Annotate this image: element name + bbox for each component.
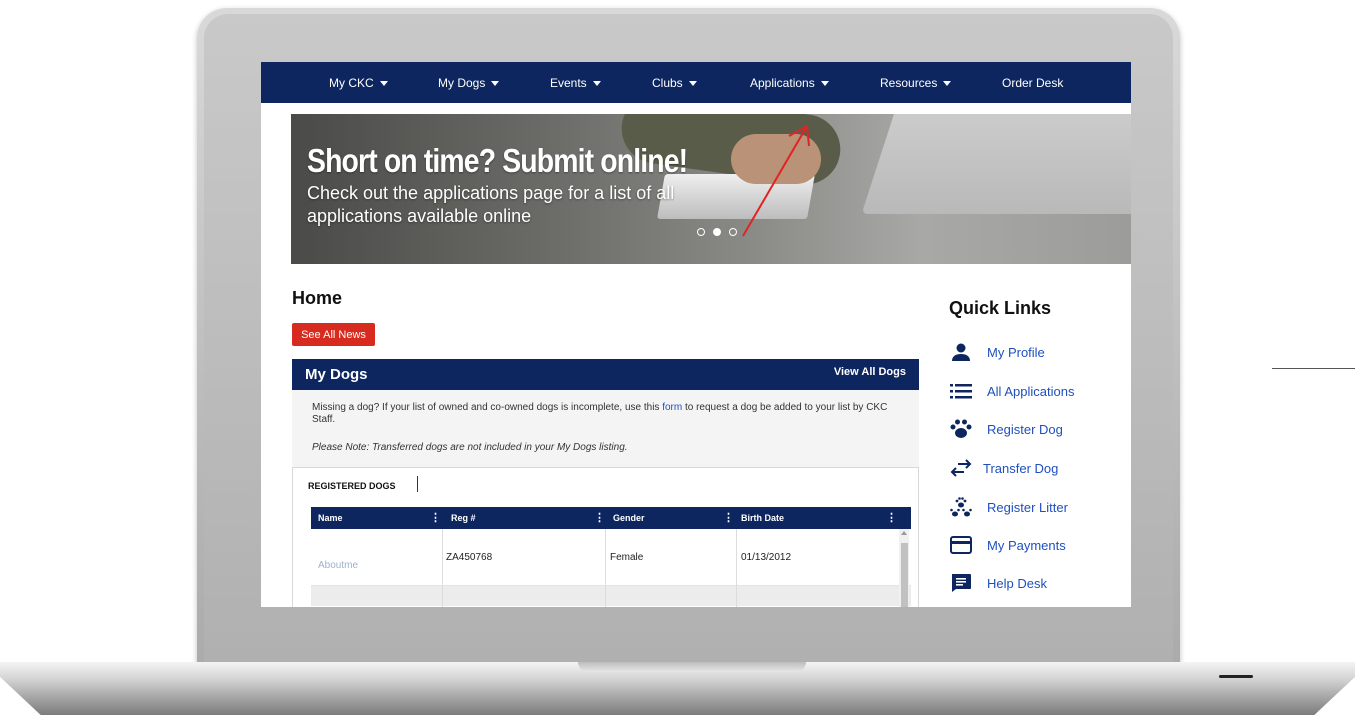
request-form-link[interactable]: form bbox=[662, 402, 682, 413]
caret-down-icon bbox=[820, 80, 829, 86]
nav-resources[interactable]: Resources bbox=[880, 76, 952, 90]
column-divider bbox=[442, 529, 443, 607]
nav-events[interactable]: Events bbox=[550, 76, 601, 90]
caret-down-icon bbox=[688, 80, 697, 86]
chat-bubble-icon bbox=[949, 573, 973, 593]
column-menu-icon[interactable]: ⋮ bbox=[723, 511, 734, 524]
nav-clubs[interactable]: Clubs bbox=[652, 76, 697, 90]
litter-paws-icon bbox=[949, 497, 973, 517]
column-menu-icon[interactable]: ⋮ bbox=[886, 511, 897, 524]
nav-applications[interactable]: Applications bbox=[750, 76, 829, 90]
column-divider bbox=[736, 529, 737, 607]
quick-link-all-applications[interactable]: All Applications bbox=[949, 381, 1074, 401]
quick-link-my-payments[interactable]: My Payments bbox=[949, 535, 1066, 555]
transfer-arrows-icon bbox=[949, 458, 973, 478]
scroll-thumb[interactable] bbox=[901, 543, 908, 607]
table-row[interactable]: Aboutme ZA450768 Female 01/13/2012 bbox=[311, 529, 911, 586]
quick-links-title: Quick Links bbox=[949, 298, 1052, 318]
view-all-dogs-link[interactable]: View All Dogs bbox=[834, 366, 906, 378]
grid-header: Name ⋮ Reg # ⋮ Gender ⋮ Birth Date ⋮ bbox=[311, 507, 911, 529]
quick-link-register-litter[interactable]: Register Litter bbox=[949, 497, 1068, 517]
quick-link-register-dog[interactable]: Register Dog bbox=[949, 419, 1063, 439]
quick-link-my-profile[interactable]: My Profile bbox=[949, 342, 1045, 362]
nav-order-desk[interactable]: Order Desk bbox=[1002, 76, 1063, 90]
tab-divider bbox=[417, 476, 418, 492]
my-dogs-header: My Dogs View All Dogs bbox=[292, 359, 919, 390]
transfer-note: Please Note: Transferred dogs are not in… bbox=[312, 442, 628, 453]
quick-link-help-desk[interactable]: Help Desk bbox=[949, 573, 1047, 593]
caret-down-icon bbox=[491, 80, 500, 86]
column-divider bbox=[605, 529, 606, 607]
top-navigation: My CKC My Dogs Events Clubs Applications… bbox=[261, 62, 1131, 103]
dogs-grid: Name ⋮ Reg # ⋮ Gender ⋮ Birth Date ⋮ Abo… bbox=[311, 507, 911, 607]
tab-registered-dogs[interactable]: REGISTERED DOGS bbox=[308, 481, 396, 491]
cell-birth-date: 01/13/2012 bbox=[741, 552, 792, 563]
cell-reg: ZA450768 bbox=[446, 552, 493, 563]
column-header-name[interactable]: Name bbox=[318, 513, 343, 523]
nav-my-ckc[interactable]: My CKC bbox=[329, 76, 388, 90]
page-title: Home bbox=[292, 288, 343, 308]
quick-link-transfer-dog[interactable]: Transfer Dog bbox=[949, 458, 1058, 478]
paw-icon bbox=[949, 419, 973, 439]
my-dogs-title: My Dogs bbox=[305, 366, 368, 383]
cell-gender: Female bbox=[610, 552, 644, 563]
column-header-reg[interactable]: Reg # bbox=[451, 513, 476, 523]
caret-down-icon bbox=[379, 80, 388, 86]
scroll-up-icon[interactable] bbox=[901, 531, 907, 535]
my-dogs-panel: My Dogs View All Dogs Missing a dog? If … bbox=[292, 359, 919, 607]
laptop-led bbox=[1219, 675, 1253, 678]
column-header-birth-date[interactable]: Birth Date bbox=[741, 513, 784, 523]
laptop-screen: My CKC My Dogs Events Clubs Applications… bbox=[261, 62, 1131, 607]
annotation-arrow bbox=[742, 124, 810, 237]
laptop-hinge bbox=[578, 662, 806, 672]
hero-banner[interactable]: Short on time? Submit online! Check out … bbox=[291, 114, 1131, 264]
list-icon bbox=[949, 381, 973, 401]
callout-line bbox=[1272, 368, 1355, 369]
person-icon bbox=[949, 342, 973, 362]
see-all-news-button[interactable]: See All News bbox=[292, 323, 375, 346]
credit-card-icon bbox=[949, 535, 973, 555]
nav-my-dogs[interactable]: My Dogs bbox=[438, 76, 500, 90]
caret-down-icon bbox=[592, 80, 601, 86]
registered-dogs-table: REGISTERED DOGS Name ⋮ Reg # ⋮ Gender ⋮ … bbox=[292, 467, 919, 607]
table-row[interactable] bbox=[311, 586, 911, 606]
column-menu-icon[interactable]: ⋮ bbox=[594, 511, 605, 524]
missing-dog-text: Missing a dog? If your list of owned and… bbox=[312, 402, 888, 425]
caret-down-icon bbox=[943, 80, 952, 86]
table-scrollbar[interactable] bbox=[899, 529, 909, 607]
column-header-gender[interactable]: Gender bbox=[613, 513, 645, 523]
column-menu-icon[interactable]: ⋮ bbox=[430, 511, 441, 524]
cell-name[interactable]: Aboutme bbox=[318, 560, 358, 571]
